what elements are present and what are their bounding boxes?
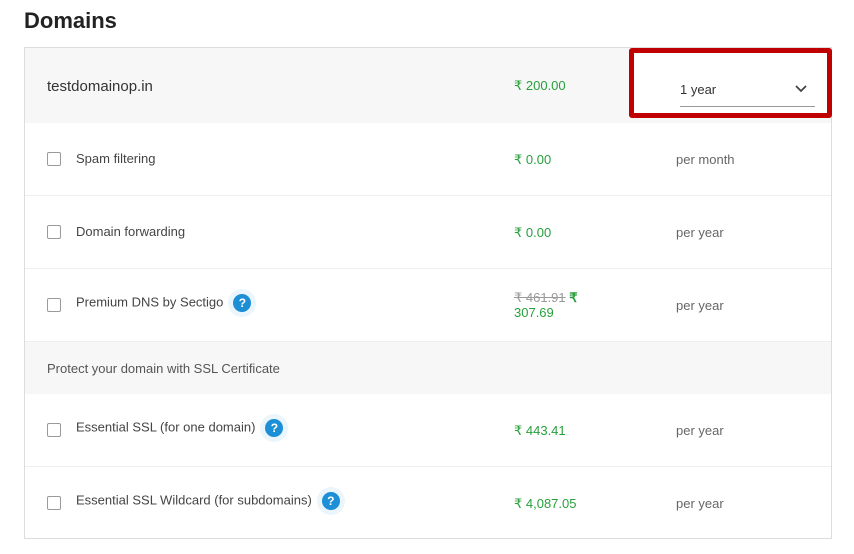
ssl-price: ₹ 443.41 <box>514 423 566 438</box>
addon-price: ₹ 0.00 <box>514 152 552 167</box>
ssl-section-title: Protect your domain with SSL Certificate <box>47 361 280 376</box>
new-price: 307.69 <box>514 305 554 320</box>
essential-ssl-checkbox[interactable] <box>47 423 61 437</box>
domain-price: ₹ 200.00 <box>514 78 566 93</box>
chevron-down-icon <box>795 85 807 93</box>
addon-price-group: ₹ 461.91 ₹ 307.69 <box>514 290 578 320</box>
ssl-label-group: Essential SSL (for one domain)? <box>76 419 284 437</box>
price-currency: ₹ <box>565 290 578 305</box>
term-select-highlight: 1 year <box>629 48 832 118</box>
spam-filtering-checkbox[interactable] <box>47 152 61 166</box>
ssl-section-header: Protect your domain with SSL Certificate <box>25 342 831 394</box>
help-icon[interactable]: ? <box>265 419 284 437</box>
ssl-period: per year <box>676 423 724 438</box>
addon-label: Spam filtering <box>76 151 156 166</box>
addon-row-premium-dns: Premium DNS by Sectigo? ₹ 461.91 ₹ 307.6… <box>25 269 831 342</box>
premium-dns-checkbox[interactable] <box>47 298 61 312</box>
ssl-label-group: Essential SSL Wildcard (for subdomains)? <box>76 492 340 510</box>
term-select-value: 1 year <box>680 82 717 97</box>
ssl-row-essential: Essential SSL (for one domain)? ₹ 443.41… <box>25 394 831 467</box>
addon-label: Domain forwarding <box>76 224 186 239</box>
ssl-label: Essential SSL (for one domain) <box>76 419 256 435</box>
domains-card: testdomainop.in ₹ 200.00 Spam filtering … <box>24 47 832 539</box>
term-select[interactable]: 1 year <box>680 59 815 107</box>
domain-name: testdomainop.in <box>47 78 153 95</box>
help-icon[interactable]: ? <box>233 294 252 312</box>
ssl-price: ₹ 4,087.05 <box>514 496 577 511</box>
page-title: Domains <box>24 8 117 33</box>
addon-row-spam-filtering: Spam filtering ₹ 0.00 per month <box>25 123 831 196</box>
ssl-row-wildcard: Essential SSL Wildcard (for subdomains)?… <box>25 467 831 539</box>
domain-forwarding-checkbox[interactable] <box>47 225 61 239</box>
addon-label: Premium DNS by Sectigo <box>76 294 224 310</box>
wildcard-ssl-checkbox[interactable] <box>47 496 61 510</box>
addon-price: ₹ 0.00 <box>514 225 552 240</box>
old-price: ₹ 461.91 <box>514 290 566 305</box>
addon-period: per year <box>676 225 724 240</box>
addon-period: per year <box>676 298 724 313</box>
addon-label-group: Premium DNS by Sectigo? <box>76 294 252 312</box>
ssl-period: per year <box>676 496 724 511</box>
ssl-label: Essential SSL Wildcard (for subdomains) <box>76 492 312 508</box>
addon-period: per month <box>676 152 735 167</box>
help-icon[interactable]: ? <box>321 492 340 510</box>
addon-row-domain-forwarding: Domain forwarding ₹ 0.00 per year <box>25 196 831 269</box>
